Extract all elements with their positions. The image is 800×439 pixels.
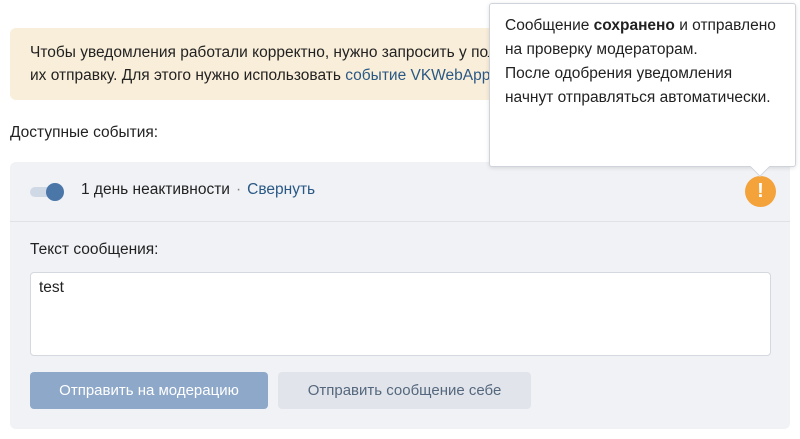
saved-tooltip: Сообщение сохранено и отправлено на пров…: [489, 3, 796, 167]
toggle-knob: [46, 183, 64, 201]
tooltip-approval-text: После одобрения уведомления начнут отпра…: [505, 65, 771, 106]
event-toggle[interactable]: [30, 183, 66, 201]
message-text-input[interactable]: test: [30, 272, 771, 356]
collapse-link[interactable]: Свернуть: [247, 181, 315, 198]
warning-icon[interactable]: !: [745, 176, 776, 207]
event-title: 1 день неактивности: [81, 181, 230, 198]
event-title-separator: ·: [235, 181, 242, 198]
event-title-row: 1 день неактивности · Свернуть: [81, 181, 315, 199]
tooltip-text-part-1: Сообщение: [505, 17, 594, 34]
send-to-moderation-button[interactable]: Отправить на модерацию: [30, 372, 268, 409]
tooltip-message: Сообщение сохранено и отправлено на пров…: [505, 14, 780, 62]
event-card-header: 1 день неактивности · Свернуть !: [10, 162, 790, 222]
event-card: 1 день неактивности · Свернуть ! Текст соо…: [10, 162, 790, 429]
send-message-to-self-button[interactable]: Отправить сообщение себе: [278, 372, 531, 409]
notice-line-2-text: их отправку. Для этого нужно использоват…: [30, 67, 346, 84]
available-events-label: Доступные события:: [10, 124, 159, 141]
message-text-label: Текст сообщения:: [30, 241, 159, 258]
tooltip-text-bold: сохранено: [593, 17, 675, 34]
